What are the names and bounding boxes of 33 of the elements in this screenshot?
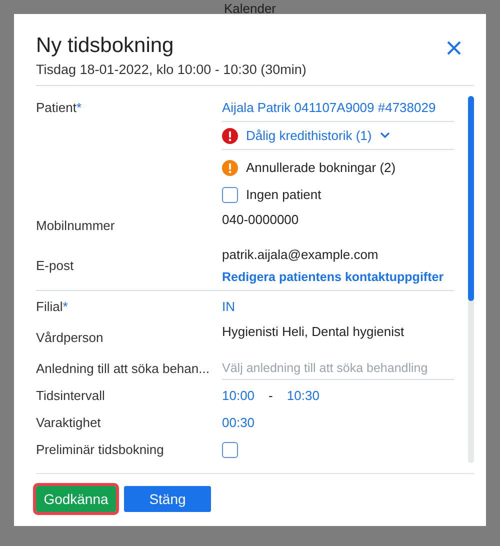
end-time[interactable]: 10:30: [286, 388, 320, 403]
edit-contact-link[interactable]: Redigera patientens kontaktuppgifter: [222, 270, 444, 284]
page-title: Kalender: [224, 2, 276, 16]
field-label: Anledning till att söka behan...: [36, 360, 210, 378]
dialog-title: Ny tidsbokning: [36, 34, 175, 58]
alert-dropdown[interactable]: Dålig kredithistorik (1): [246, 128, 372, 143]
field-value[interactable]: IN: [222, 293, 454, 320]
dialog-button[interactable]: Stäng: [124, 486, 211, 512]
alert-text: Annullerade bokningar (2): [246, 160, 396, 175]
dialog-button[interactable]: Godkänna: [36, 486, 116, 512]
field-label: Varaktighet: [36, 414, 102, 432]
chevron-icon[interactable]: [380, 132, 390, 139]
scroll-thumb[interactable]: [468, 96, 474, 301]
field-label: E-post: [36, 257, 75, 275]
field-label: Preliminär tidsbokning: [36, 441, 165, 459]
field-label: Vårdperson: [36, 329, 104, 347]
field-label: Patient*: [36, 99, 83, 117]
range-separator: -: [268, 388, 273, 403]
field-label: Tidsintervall: [36, 387, 106, 405]
start-time[interactable]: 10:00: [222, 388, 255, 403]
field-value: Hygienisti Heli, Dental hygienist: [222, 324, 404, 339]
field-value: patrik.aijala@example.com: [222, 247, 378, 262]
close-icon[interactable]: [446, 40, 462, 56]
field-value: 040-0000000: [222, 212, 299, 227]
checkbox[interactable]: [222, 442, 238, 458]
checkbox-label: Ingen patient: [246, 187, 322, 202]
dialog-subtitle: Tisdag 18-01-2022, klo 10:00 - 10:30 (30min): [36, 62, 306, 77]
field-label: Filial*: [36, 298, 69, 316]
checkbox[interactable]: [222, 186, 238, 202]
patient-link[interactable]: Aijala Patrik 041107A9009 #4738029: [222, 94, 454, 121]
reason-select[interactable]: Välj anledning till att söka behandling: [222, 357, 454, 380]
field-label: Mobilnummer: [36, 217, 116, 235]
field-value[interactable]: 00:30: [222, 409, 454, 436]
